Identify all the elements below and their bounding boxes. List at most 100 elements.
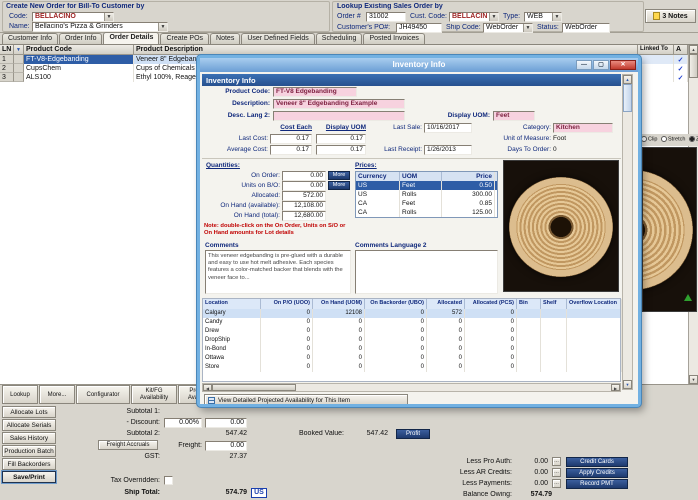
average-cost-each-field[interactable]: 0.17 [270,145,312,155]
bill-to-code-combo[interactable]: BELLACINO▼ [32,12,114,22]
col-on-backorder[interactable]: On Backorder (UBO) [365,299,427,309]
chevron-down-icon[interactable]: ▼ [158,23,167,31]
col-allocated-pcs[interactable]: Allocated (PCS) [465,299,517,309]
tab-scheduling[interactable]: Scheduling [316,33,363,44]
sales-history-button[interactable]: Sales History [2,432,56,444]
desc-lang2-field[interactable] [273,111,405,121]
tab-customer-info[interactable]: Customer Info [2,33,58,44]
bill-to-name-combo[interactable]: Bellacino's Pizza & Grinders▼ [32,22,168,32]
tab-kitfg-availability[interactable]: Kit/FG Availability [131,385,177,404]
credit-cards-button[interactable]: Credit Cards [566,457,628,467]
save-print-button[interactable]: Save/Print [2,471,56,483]
scroll-down-arrow[interactable]: ▼ [623,380,632,389]
production-batch-button[interactable]: Production Batch [2,445,56,457]
chevron-down-icon[interactable]: ▼ [489,13,498,21]
location-row[interactable]: In-Bond 0 0 0 0 0 [203,345,620,354]
type-combo[interactable]: WEB▼ [524,12,562,22]
col-bin[interactable]: Bin [517,299,541,309]
average-cost-uom-field[interactable]: 0.17 [316,145,366,155]
location-row[interactable]: Ottawa 0 0 0 0 0 [203,354,620,363]
scroll-thumb[interactable] [212,384,296,391]
tab-order-details[interactable]: Order Details [103,32,159,44]
units-on-bo-value[interactable]: 0.00 [282,181,326,191]
view-projected-availability-button[interactable]: View Detailed Projected Availability for… [204,394,408,404]
allocated-value[interactable]: 572.00 [282,191,326,201]
cust-code-combo[interactable]: BELLACIN▼ [449,12,499,22]
col-currency[interactable]: Currency [356,172,400,181]
pro-auth-more-button[interactable]: … [552,457,561,466]
col-price[interactable]: Price [442,172,495,181]
col-a[interactable]: A [674,45,688,55]
scroll-left-arrow[interactable]: ◀ [203,384,212,391]
col-linked-to[interactable]: Linked To [638,45,674,55]
scroll-thumb[interactable] [623,84,632,112]
profit-button[interactable]: Profit [396,429,430,439]
price-row[interactable]: CA Rolls 125.00 [356,208,497,217]
tab-posted-invoices[interactable]: Posted Invoices [363,33,424,44]
on-order-more-button[interactable]: More [328,171,350,180]
allocate-serials-button[interactable]: Allocate Serials [2,419,56,431]
display-uom-field[interactable]: Feet [493,111,535,121]
discount-pct-field[interactable]: 0.00% [164,418,202,428]
comments-lang2-box[interactable] [355,250,498,294]
row-product-code[interactable]: ALS100 [24,73,134,82]
chevron-down-icon[interactable]: ▼ [104,13,113,21]
scroll-up-arrow[interactable]: ▲ [689,45,698,54]
last-cost-uom-field[interactable]: 0.17 [316,134,366,144]
col-allocated[interactable]: Allocated [427,299,465,309]
location-row[interactable]: Calgary 0 12108 0 572 0 [203,309,620,318]
chevron-down-icon[interactable]: ▼ [552,13,561,21]
currency-badge[interactable]: US [251,488,267,498]
scroll-up-arrow[interactable]: ▲ [623,75,632,84]
fill-backorders-button[interactable]: Fill Backorders [2,458,56,470]
price-row[interactable]: CA Feet 0.85 [356,199,497,208]
row-product-code[interactable]: FT-V8-Edgebanding [24,55,134,64]
tax-overridden-checkbox[interactable] [164,476,173,485]
product-code-field[interactable]: FT-V8 Edgebanding [273,87,357,97]
category-field[interactable]: Kitchen [553,123,613,133]
row-linked-to[interactable] [638,55,674,64]
col-product-description[interactable]: Product Description [134,45,638,55]
scroll-right-arrow[interactable]: ▶ [611,384,620,391]
chevron-down-icon[interactable]: ▼ [523,24,532,32]
price-row[interactable]: US Feet 0.50 [356,181,497,190]
row-a-check[interactable]: ✓ [674,73,688,82]
tab-notes[interactable]: Notes [210,33,240,44]
ship-code-combo[interactable]: WebOrder▼ [483,23,533,33]
row-a-check[interactable]: ✓ [674,64,688,73]
row-product-code[interactable]: CupsChem [24,64,134,73]
order-number-field[interactable]: 31002 [366,12,406,22]
tab-create-pos[interactable]: Create POs [160,33,209,44]
scroll-down-arrow[interactable]: ▼ [689,375,698,384]
col-product-code[interactable]: Product Code [24,45,134,55]
modal-scrollbar[interactable]: ▲ ▼ [622,74,633,390]
col-on-po[interactable]: On P/O (UOO) [261,299,313,309]
last-sale-field[interactable]: 10/16/2017 [424,123,472,133]
stretch-radio[interactable] [661,136,667,142]
tab-lookup[interactable]: Lookup [2,385,38,404]
payments-more-button[interactable]: … [552,479,561,488]
clip-radio[interactable] [641,136,647,142]
row-a-check[interactable]: ✓ [674,55,688,64]
customers-po-field[interactable]: JH49450 [396,23,442,33]
last-cost-each-field[interactable]: 0.17 [270,134,312,144]
units-on-bo-more-button[interactable]: More [328,181,350,190]
freight-field[interactable]: 0.00 [205,441,247,451]
minimize-icon[interactable]: — [576,60,592,70]
row-linked-to[interactable] [638,64,674,73]
on-hand-total-value[interactable]: 12,680.00 [282,211,326,221]
allocate-lots-button[interactable]: Allocate Lots [2,406,56,418]
notes-button[interactable]: 3 Notes [645,9,696,23]
row-linked-to[interactable] [638,73,674,82]
col-on-hand[interactable]: On Hand (UOM) [313,299,365,309]
col-shelf[interactable]: Shelf [541,299,567,309]
record-pmt-button[interactable]: Record PMT [566,479,628,489]
col-marker[interactable]: ▼ [14,45,24,55]
freight-accruals-button[interactable]: Freight Accruals [98,440,158,450]
location-row[interactable]: Drew 0 0 0 0 0 [203,327,620,336]
maximize-icon[interactable]: ▢ [593,60,609,70]
comments-box[interactable]: This veneer edgebanding is pre-glued wit… [205,250,351,294]
tab-configurator[interactable]: Configurator [76,385,130,404]
last-receipt-field[interactable]: 1/26/2013 [424,145,472,155]
location-row[interactable]: Store 0 0 0 0 0 [203,363,620,372]
